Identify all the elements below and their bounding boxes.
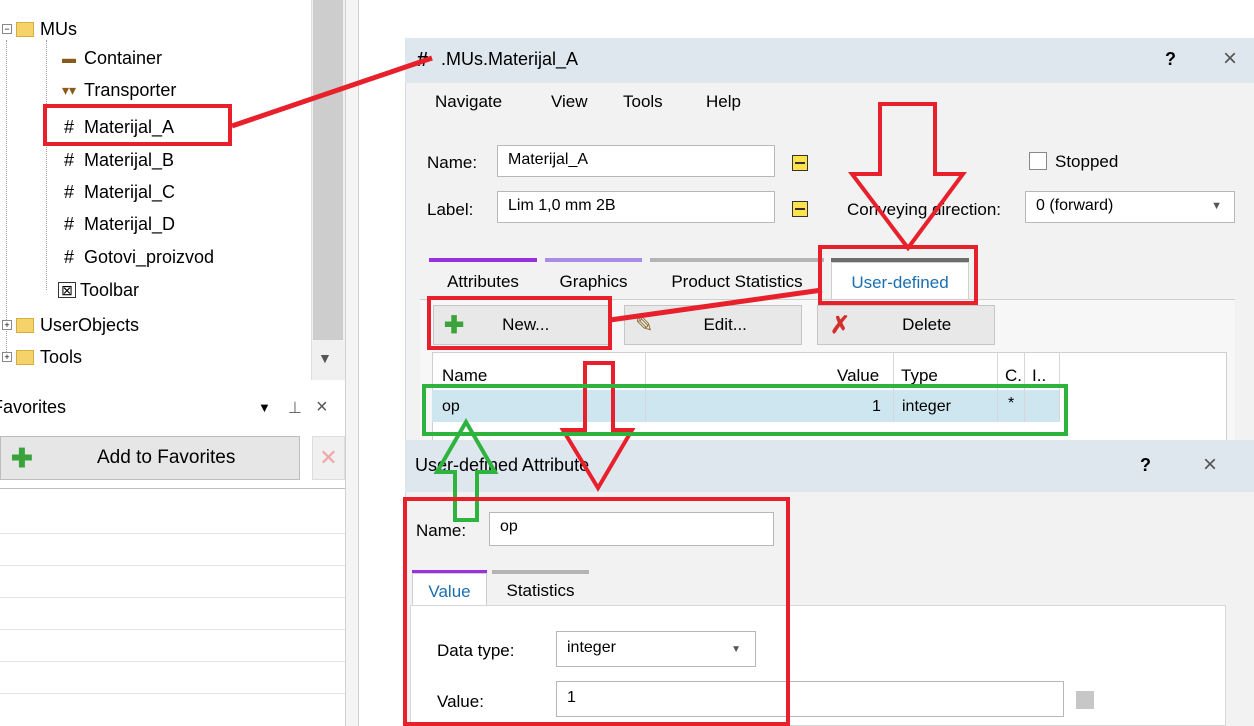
annotation-box-new-button [427, 296, 612, 350]
annotation-box-attribute-dialog [403, 497, 790, 726]
annotation-connector-line [609, 287, 823, 323]
annotation-box-user-defined-tab [818, 245, 978, 305]
annotation-connector-line [231, 55, 433, 129]
down-arrow-icon [847, 102, 967, 252]
annotation-box-attribute-row [422, 384, 1068, 436]
